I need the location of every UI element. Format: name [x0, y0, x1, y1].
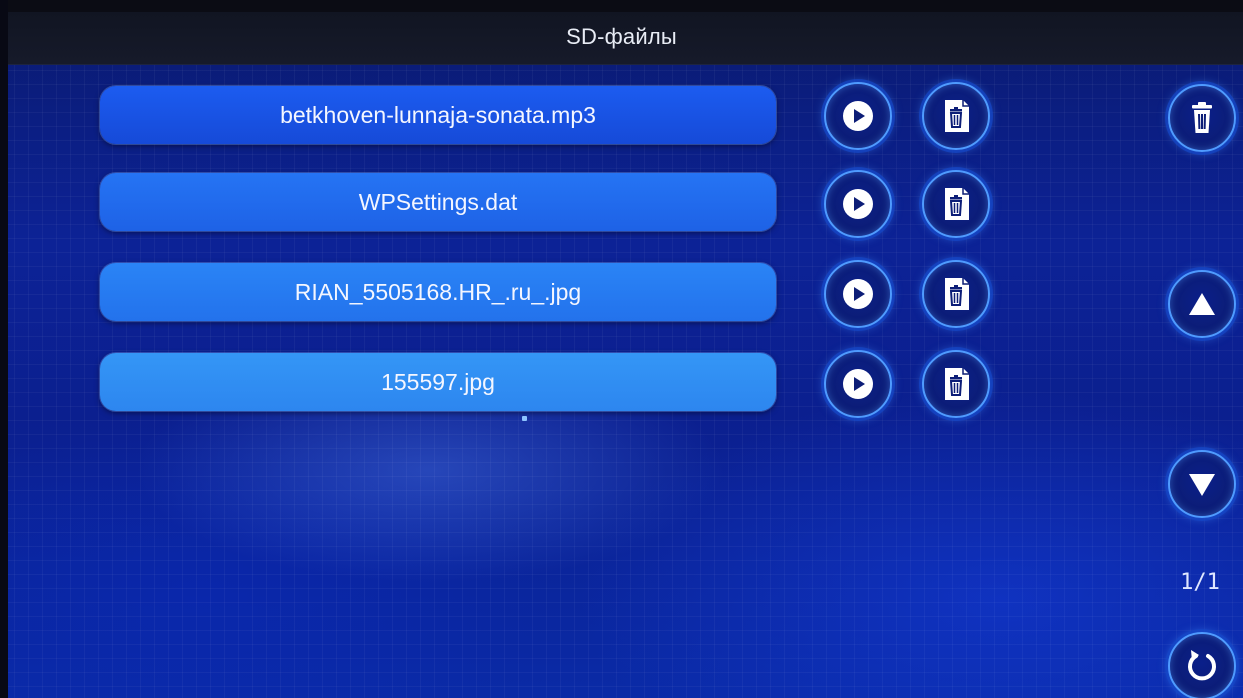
delete-button[interactable]	[922, 82, 990, 150]
trash-icon	[945, 368, 969, 400]
trash-icon	[945, 278, 969, 310]
delete-button[interactable]	[922, 350, 990, 418]
trash-icon	[945, 188, 969, 220]
file-row[interactable]: RIAN_5505168.HR_.ru_.jpg	[100, 263, 776, 321]
page-title: SD-файлы	[566, 24, 677, 49]
play-icon	[843, 279, 873, 309]
play-icon	[843, 189, 873, 219]
trash-icon	[1192, 102, 1212, 133]
file-name: betkhoven-lunnaja-sonata.mp3	[280, 101, 596, 128]
sd-files-screen: SD-файлы betkhoven-lunnaja-sonata.mp3 WP…	[0, 0, 1243, 698]
device-bezel-top	[0, 0, 1243, 12]
file-name: RIAN_5505168.HR_.ru_.jpg	[294, 278, 582, 305]
play-button[interactable]	[824, 170, 892, 238]
scroll-down-button[interactable]	[1168, 450, 1236, 518]
file-row[interactable]: 155597.jpg	[100, 353, 776, 411]
page-indicator: 1/1	[1180, 570, 1220, 595]
delete-button[interactable]	[922, 170, 990, 238]
trash-icon	[945, 100, 969, 132]
device-bezel-left	[0, 0, 8, 698]
arrow-down-icon	[1189, 474, 1215, 496]
file-row[interactable]: WPSettings.dat	[100, 173, 776, 231]
arrow-up-icon	[1189, 293, 1215, 315]
cursor-dot	[522, 416, 527, 421]
back-button[interactable]	[1168, 632, 1236, 698]
play-button[interactable]	[824, 82, 892, 150]
play-button[interactable]	[824, 260, 892, 328]
file-name: WPSettings.dat	[358, 188, 518, 215]
play-icon	[843, 369, 873, 399]
delete-all-button[interactable]	[1168, 84, 1236, 152]
play-button[interactable]	[824, 350, 892, 418]
scroll-up-button[interactable]	[1168, 270, 1236, 338]
play-icon	[843, 101, 873, 131]
delete-button[interactable]	[922, 260, 990, 328]
refresh-back-icon	[1188, 650, 1216, 681]
file-name: 155597.jpg	[381, 368, 495, 395]
file-row[interactable]: betkhoven-lunnaja-sonata.mp3	[100, 86, 776, 144]
